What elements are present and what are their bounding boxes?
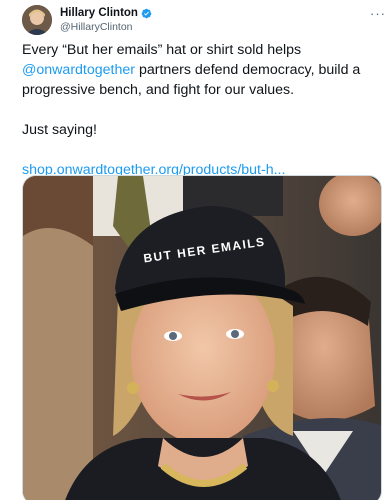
display-name-text[interactable]: Hillary Clinton bbox=[60, 6, 138, 20]
author-avatar[interactable] bbox=[22, 5, 52, 35]
tweet-paragraph: Every “But her emails” hat or shirt sold… bbox=[22, 40, 384, 100]
tweet-text-prefix: Every “But her emails” hat or shirt sold… bbox=[22, 42, 302, 58]
avatar-image bbox=[22, 5, 52, 35]
photo-image: BUT HER EMAILS bbox=[23, 176, 381, 500]
more-options-icon[interactable]: ··· bbox=[370, 6, 386, 21]
mention-link[interactable]: @onwardtogether bbox=[22, 62, 135, 78]
author-display-name[interactable]: Hillary Clinton bbox=[60, 6, 152, 20]
tweet-card[interactable]: Hillary Clinton @HillaryClinton ··· Ever… bbox=[0, 0, 392, 500]
author-names: Hillary Clinton @HillaryClinton bbox=[60, 6, 152, 34]
tweet-photo[interactable]: BUT HER EMAILS bbox=[22, 175, 382, 500]
tweet-header: Hillary Clinton @HillaryClinton bbox=[22, 3, 380, 37]
author-handle[interactable]: @HillaryClinton bbox=[60, 20, 152, 34]
tweet-paragraph-2: Just saying! bbox=[22, 122, 97, 138]
verified-badge-icon bbox=[141, 8, 152, 18]
